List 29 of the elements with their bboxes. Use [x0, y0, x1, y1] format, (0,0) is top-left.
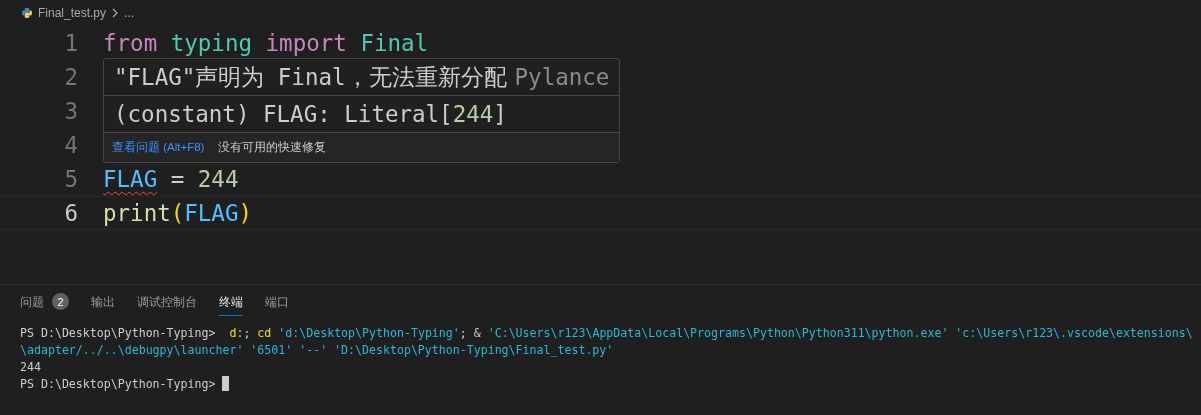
chevron-right-icon: [111, 8, 120, 18]
panel-tab[interactable]: 调试控制台: [137, 295, 197, 316]
breadcrumb-more[interactable]: ...: [124, 6, 135, 20]
code-line: FLAG = 244: [103, 166, 239, 192]
line-number: 2: [63, 64, 78, 90]
view-problem-link[interactable]: 查看问题 (Alt+F8): [112, 140, 205, 155]
line-number: 5: [63, 166, 78, 192]
terminal-line: 244: [20, 359, 42, 376]
panel-tab[interactable]: 终端: [219, 295, 243, 316]
line-number: 6: [63, 200, 78, 226]
no-quick-fix-text: 没有可用的快速修复: [218, 140, 327, 155]
terminal-line: \adapter/../..\debugpy\launcher' '6501' '--' 'D:\Desktop\Python-Typing\Final_test.py': [20, 342, 615, 359]
terminal-line: PS D:\Desktop\Python-Typing>: [20, 376, 1201, 393]
panel-tab[interactable]: 输出: [91, 295, 115, 316]
line-number: 1: [63, 30, 78, 56]
error-source: Pylance: [514, 64, 610, 90]
panel-tab[interactable]: 问题: [20, 295, 44, 316]
panel-tab[interactable]: 端口: [265, 295, 289, 316]
terminal-cursor: [222, 376, 230, 391]
terminal-line: PS D:\Desktop\Python-Typing> d:; cd 'd:\Desktop\Python-Typing'; & 'C:\Users\r123\AppData\Local\Programs\Python\Python311\python.exe' 'c:\Users\r123\.vscode\extensions\: [20, 325, 1194, 342]
code-line: print(FLAG): [103, 200, 252, 226]
type-signature: (constant) FLAG: Literal[244]: [114, 101, 507, 127]
breadcrumb-file[interactable]: Final_test.py: [38, 6, 107, 20]
line-number: 3: [63, 98, 78, 124]
count-badge: 2: [52, 293, 69, 310]
line-number: 4: [63, 132, 78, 158]
python-file-icon: [21, 7, 33, 19]
code-line: from typing import Final: [103, 30, 429, 56]
error-message: "FLAG"声明为 Final，无法重新分配: [114, 62, 507, 92]
